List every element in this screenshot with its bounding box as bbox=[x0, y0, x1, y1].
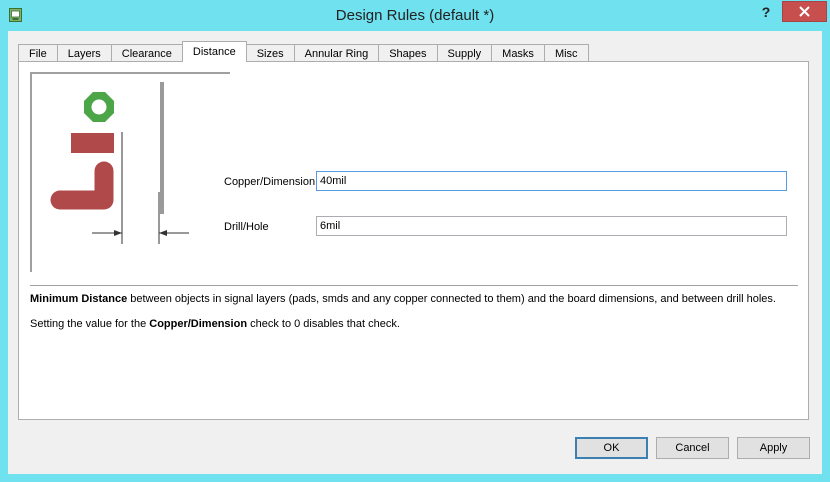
close-button[interactable] bbox=[782, 1, 827, 22]
distance-preview-illustration bbox=[30, 72, 230, 272]
dialog-client-area: File Layers Clearance Distance Sizes Ann… bbox=[8, 31, 822, 474]
design-rules-dialog: Design Rules (default *) ? File Layers C… bbox=[0, 0, 830, 482]
arrow-right-head bbox=[159, 230, 167, 236]
tab-misc[interactable]: Misc bbox=[543, 44, 589, 62]
title-bar[interactable]: Design Rules (default *) ? bbox=[0, 0, 830, 32]
description-term: Minimum Distance bbox=[30, 293, 128, 305]
description-term-2: Copper/Dimension bbox=[149, 318, 248, 330]
tab-distance[interactable]: Distance bbox=[181, 41, 247, 62]
description-line-1: Minimum Distance between objects in sign… bbox=[30, 293, 776, 305]
tab-supply[interactable]: Supply bbox=[436, 44, 493, 62]
description-text: between objects in signal layers (pads, … bbox=[127, 293, 776, 305]
copper-wire bbox=[50, 161, 114, 210]
copper-dimension-input[interactable] bbox=[316, 171, 787, 191]
drill-hole-label: Drill/Hole bbox=[224, 221, 269, 233]
separator bbox=[30, 285, 798, 286]
help-button[interactable]: ? bbox=[751, 2, 781, 22]
tab-clearance[interactable]: Clearance bbox=[110, 44, 183, 62]
description-post: check to 0 disables that check. bbox=[247, 318, 400, 330]
preview-frame bbox=[30, 72, 230, 272]
drill-hole-input[interactable] bbox=[316, 216, 787, 236]
description-line-2: Setting the value for the Copper/Dimensi… bbox=[30, 318, 400, 330]
ok-button[interactable]: OK bbox=[575, 437, 648, 459]
distance-tab-panel: Copper/Dimension Drill/Hole Minimum Dist… bbox=[18, 61, 809, 420]
description-pre: Setting the value for the bbox=[30, 318, 150, 330]
tab-file[interactable]: File bbox=[18, 44, 58, 62]
tab-shapes[interactable]: Shapes bbox=[378, 44, 438, 62]
apply-button[interactable]: Apply bbox=[737, 437, 810, 459]
tab-masks[interactable]: Masks bbox=[491, 44, 545, 62]
tab-sizes[interactable]: Sizes bbox=[245, 44, 295, 62]
drill-hole bbox=[91, 99, 107, 115]
cancel-button[interactable]: Cancel bbox=[656, 437, 729, 459]
window-title: Design Rules (default *) bbox=[335, 7, 495, 24]
tab-annular-ring[interactable]: Annular Ring bbox=[293, 44, 380, 62]
smd-pad bbox=[71, 133, 114, 153]
tab-layers[interactable]: Layers bbox=[56, 44, 112, 62]
close-icon bbox=[799, 6, 810, 17]
copper-dimension-label: Copper/Dimension bbox=[224, 176, 316, 188]
tab-bar: File Layers Clearance Distance Sizes Ann… bbox=[18, 41, 589, 62]
arrow-left-head bbox=[114, 230, 122, 236]
